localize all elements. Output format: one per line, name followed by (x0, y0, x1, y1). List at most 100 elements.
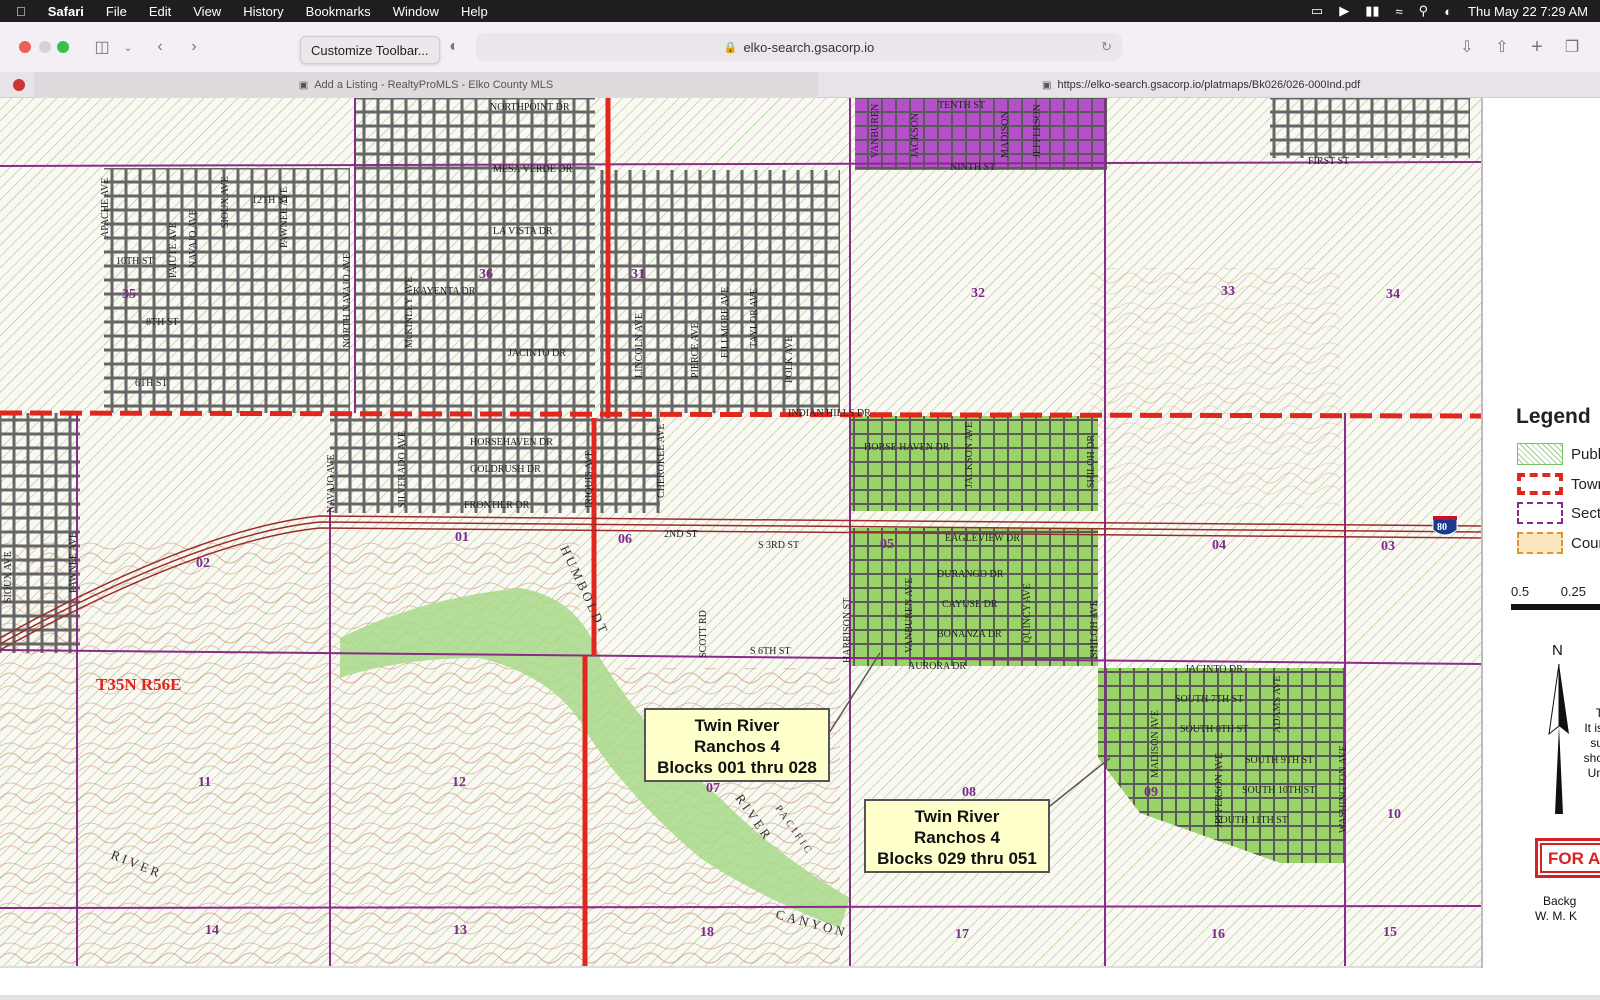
township-label: T35N R56E (96, 675, 181, 694)
vertical-street-label: SIOUX AVE (3, 551, 14, 603)
vertical-street-label: QUINCY AVE (1022, 583, 1033, 643)
menu-edit[interactable]: Edit (149, 4, 171, 19)
vertical-street-label: SILVERADO AVE (397, 431, 408, 508)
callout-line: Blocks 001 thru 028 (657, 758, 817, 777)
street-label: S 6TH ST (750, 646, 791, 657)
downloads-icon[interactable]: ⇩ (1455, 35, 1479, 59)
tab-bar: ▣ Add a Listing - RealtyProMLS - Elko Co… (0, 72, 1600, 98)
section-number: 35 (122, 287, 136, 302)
reload-icon[interactable]: ↻ (1101, 39, 1112, 55)
map-callout: Twin River Ranchos 4 Blocks 001 thru 028 (644, 708, 830, 782)
street-label: HORSEHAVEN DR (470, 437, 553, 448)
legend-item-township: Town (1517, 472, 1600, 496)
back-icon[interactable]: ‹ (148, 35, 172, 59)
street-label: MESA VERDE DR (493, 164, 573, 175)
vertical-street-label: WASHINGTON AVE (1338, 745, 1349, 833)
legend-item-public-land: Publ (1517, 442, 1600, 466)
app-menu[interactable]: Safari (48, 4, 84, 19)
sidebar-toggle-icon[interactable]: ◫ (90, 35, 114, 59)
vertical-street-label: NAVAJO AVE (188, 209, 199, 268)
street-label: SOUTH 11TH ST (1215, 815, 1288, 826)
interstate-number: 80 (1437, 522, 1447, 533)
vertical-street-label: PAWNEE AVE (68, 532, 79, 593)
tab-platmap-pdf[interactable]: ▣ https://elko-search.gsacorp.io/platmap… (1042, 72, 1392, 98)
vertical-street-label: SHILOH DR (1086, 435, 1097, 488)
wifi-icon[interactable]: ≈ (1396, 4, 1403, 19)
legend-item-county: Coun (1517, 531, 1600, 555)
street-label: FIRST ST (1308, 156, 1349, 167)
zoom-window-button[interactable] (57, 41, 69, 53)
vertical-street-label: JACKSON (910, 113, 921, 158)
menu-file[interactable]: File (106, 4, 127, 19)
section-number: 09 (1144, 785, 1158, 800)
play-icon[interactable]: ▶ (1339, 3, 1349, 19)
street-label: GOLDRUSH DR (470, 464, 541, 475)
vertical-street-label: VANBUREN (870, 104, 881, 158)
minimize-window-button[interactable] (39, 41, 51, 53)
street-label: LA VISTA DR (493, 226, 553, 237)
new-tab-icon[interactable]: + (1525, 35, 1549, 59)
pdf-viewer[interactable]: T35N R56E 35 36 31 32 33 34 02 01 06 05 … (0, 98, 1600, 1000)
customize-toolbar-tooltip: Customize Toolbar... (300, 36, 440, 64)
menu-view[interactable]: View (193, 4, 221, 19)
vertical-street-label: ADAMS AVE (1272, 676, 1283, 733)
legend-label: Secti (1571, 504, 1600, 522)
chevron-down-icon[interactable]: ⌄ (116, 35, 140, 59)
browser-toolbar: ◫ ⌄ ‹ › Customize Toolbar... ◐ 🔒 elko-se… (0, 22, 1600, 72)
street-label: TENTH ST (938, 100, 985, 111)
tab-label: Add a Listing - RealtyProMLS - Elko Coun… (314, 79, 554, 91)
control-center-icon[interactable]: ◐ (1444, 4, 1452, 19)
street-label: EAGLEVIEW DR (945, 533, 1020, 544)
close-window-button[interactable] (19, 41, 31, 53)
vertical-street-label: MADISON (1000, 111, 1011, 158)
address-bar[interactable]: 🔒 elko-search.gsacorp.io ↻ (476, 33, 1122, 61)
credit-line: W. M. K (1535, 909, 1577, 923)
address-text: elko-search.gsacorp.io (743, 39, 875, 55)
vertical-street-label: JEFFERSON AVE (1214, 753, 1225, 828)
vertical-street-label: POLK AVE (784, 336, 795, 383)
share-icon[interactable]: ⇧ (1490, 35, 1514, 59)
menu-history[interactable]: History (243, 4, 283, 19)
street-label: INDIAN HILLS DR (788, 408, 871, 419)
menu-help[interactable]: Help (461, 4, 488, 19)
display-icon[interactable]: ▭ (1311, 3, 1323, 19)
hatch-swatch-icon (1517, 443, 1563, 465)
vertical-street-label: LINCOLN AVE (634, 313, 645, 378)
section-number: 33 (1221, 284, 1235, 299)
scale-label: 0.25 (1560, 584, 1587, 599)
spotlight-search-icon[interactable]: ⚲ (1419, 3, 1429, 19)
forward-icon[interactable]: › (182, 35, 206, 59)
privacy-shield-icon[interactable]: ◐ (442, 35, 466, 59)
legend-credit: Backg W. M. K (1535, 894, 1577, 924)
scale-labels: 0.5 0.25 (1511, 584, 1600, 599)
pinned-tab[interactable] (6, 72, 32, 98)
legend-label: Coun (1571, 534, 1600, 552)
section-number: 08 (962, 785, 976, 800)
tab-overview-icon[interactable]: ❐ (1560, 35, 1584, 59)
note-line: It is (1584, 721, 1600, 735)
clock[interactable]: Thu May 22 7:29 AM (1468, 4, 1588, 19)
vertical-street-label: JACKSON AVE (964, 422, 975, 488)
menu-bookmarks[interactable]: Bookmarks (306, 4, 371, 19)
street-label: 2ND ST (664, 529, 698, 540)
street-label: FRONTIER DR (464, 500, 530, 511)
street-label: 6TH ST (135, 378, 168, 389)
north-label: N (1552, 642, 1563, 659)
battery-icon[interactable]: ▮▮ (1365, 3, 1379, 19)
credit-line: Backg (1543, 894, 1577, 908)
section-number: 07 (706, 781, 720, 796)
section-number: 14 (205, 923, 219, 938)
site-icon (13, 79, 25, 91)
tab-realtypromls[interactable]: ▣ Add a Listing - RealtyProMLS - Elko Co… (34, 72, 818, 98)
street-label: 8TH ST (146, 317, 179, 328)
street-label: JACINTO DR (508, 348, 566, 359)
vertical-street-label: IRIQUIS AVE (584, 450, 595, 508)
menu-window[interactable]: Window (393, 4, 439, 19)
street-label: SOUTH 7TH ST (1175, 694, 1243, 705)
sign-text: FOR A (1540, 843, 1600, 873)
vertical-street-label: JEFFERSON (1032, 104, 1043, 158)
vertical-street-label: FILLMORE AVE (720, 287, 731, 358)
plat-map[interactable]: T35N R56E 35 36 31 32 33 34 02 01 06 05 … (0, 98, 1481, 968)
apple-menu-icon[interactable]:  (16, 4, 26, 19)
vertical-street-label: HARRISON ST (842, 598, 853, 663)
